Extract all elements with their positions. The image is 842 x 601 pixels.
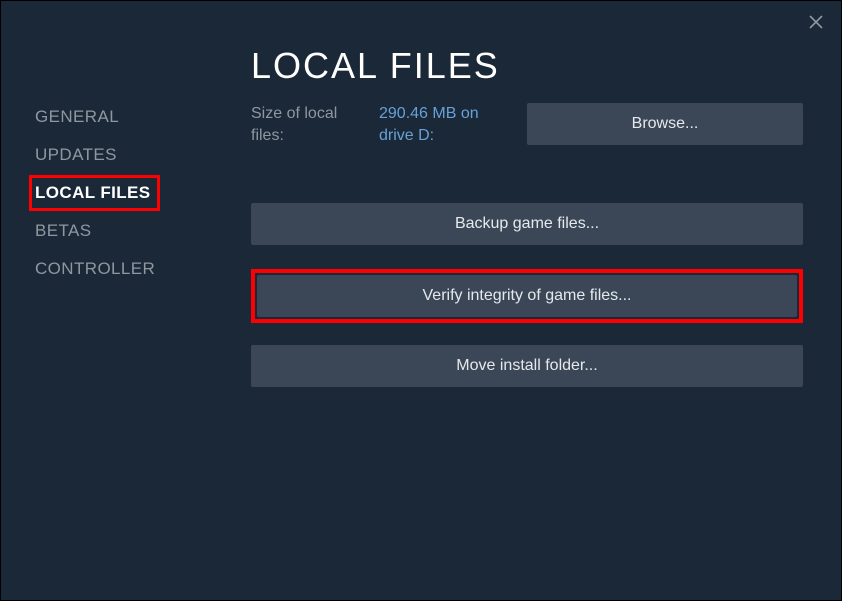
browse-button[interactable]: Browse... xyxy=(527,103,803,145)
main-panel: LOCAL FILES Size of local files: 290.46 … xyxy=(221,1,841,600)
move-button[interactable]: Move install folder... xyxy=(251,345,803,387)
sidebar-item-label: UPDATES xyxy=(35,145,117,164)
backup-button[interactable]: Backup game files... xyxy=(251,203,803,245)
sidebar: GENERAL UPDATES LOCAL FILES BETAS CONTRO… xyxy=(1,1,221,600)
verify-highlight: Verify integrity of game files... xyxy=(251,269,803,323)
sidebar-item-label: LOCAL FILES xyxy=(35,183,151,202)
sidebar-item-betas[interactable]: BETAS xyxy=(29,213,97,249)
sidebar-item-label: GENERAL xyxy=(35,107,119,126)
size-value[interactable]: 290.46 MB on drive D: xyxy=(379,103,509,147)
sidebar-item-label: CONTROLLER xyxy=(35,259,155,278)
size-row: Size of local files: 290.46 MB on drive … xyxy=(251,103,803,147)
sidebar-item-updates[interactable]: UPDATES xyxy=(29,137,123,173)
sidebar-item-controller[interactable]: CONTROLLER xyxy=(29,251,161,287)
close-icon[interactable] xyxy=(805,11,827,33)
verify-button[interactable]: Verify integrity of game files... xyxy=(257,275,797,317)
sidebar-item-local-files[interactable]: LOCAL FILES xyxy=(29,175,160,211)
browse-button-label: Browse... xyxy=(632,115,699,133)
sidebar-item-label: BETAS xyxy=(35,221,91,240)
verify-button-label: Verify integrity of game files... xyxy=(423,287,632,305)
size-label: Size of local files: xyxy=(251,103,361,147)
page-title: LOCAL FILES xyxy=(251,45,803,87)
sidebar-item-general[interactable]: GENERAL xyxy=(29,99,125,135)
backup-button-label: Backup game files... xyxy=(455,215,599,233)
move-button-label: Move install folder... xyxy=(456,357,597,375)
